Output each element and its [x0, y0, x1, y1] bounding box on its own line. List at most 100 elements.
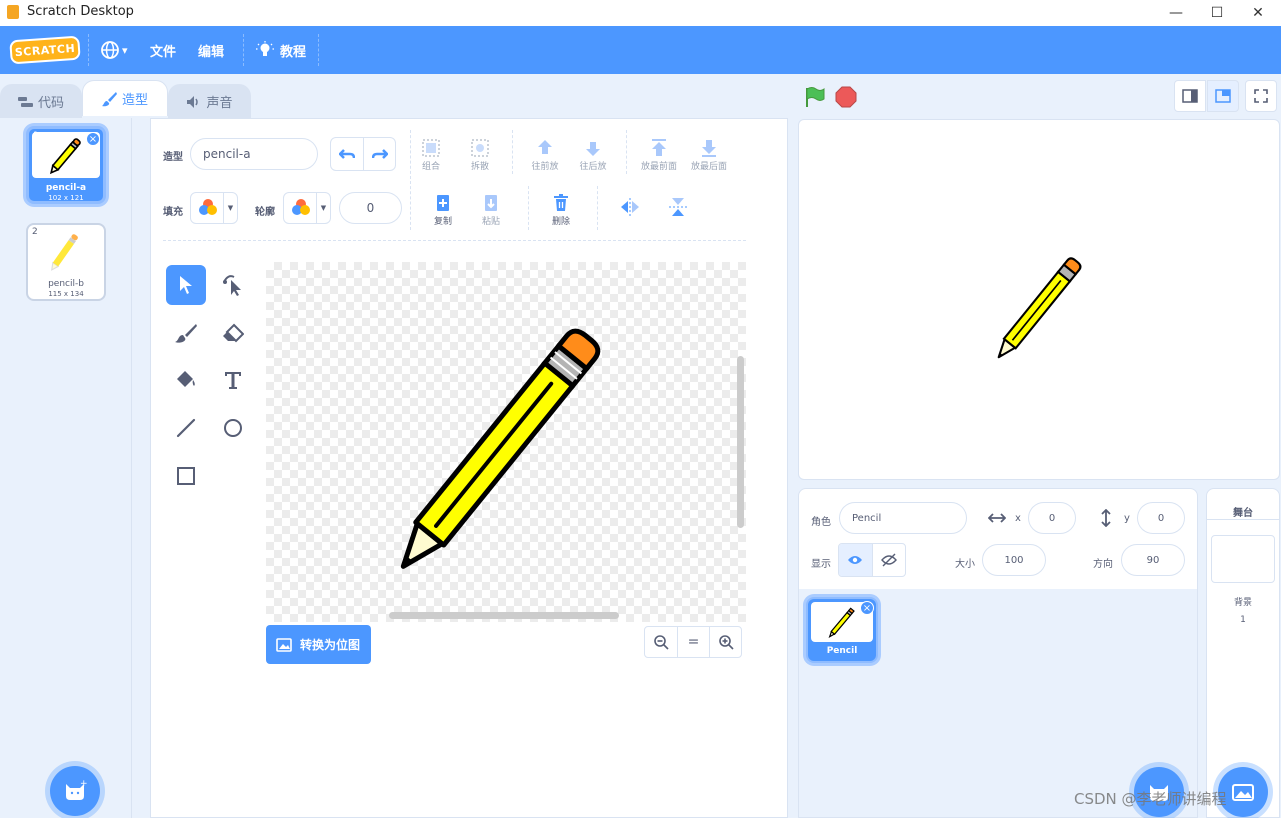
direction-input[interactable]: 90 — [1121, 544, 1185, 576]
pencil-costume-drawing — [400, 328, 601, 569]
costume-item-2[interactable]: 2 pencil-b 115 x 134 — [26, 223, 106, 301]
outline-color-picker[interactable]: ▼ — [283, 192, 331, 224]
stage-canvas[interactable] — [798, 119, 1280, 480]
circle-tool[interactable] — [213, 408, 253, 448]
chevron-down-icon: ▼ — [316, 193, 330, 223]
fullscreen-button[interactable] — [1245, 80, 1277, 112]
flip-horizontal-button[interactable] — [605, 196, 655, 218]
costume-thumbnail — [31, 228, 99, 274]
group-button[interactable]: 组合 — [406, 137, 456, 172]
reshape-tool[interactable] — [213, 265, 253, 305]
edit-menu[interactable]: 编辑 — [198, 26, 224, 74]
direction-label: 方向 — [1093, 559, 1113, 570]
lightbulb-icon — [256, 41, 274, 56]
copy-button[interactable]: 复制 — [418, 192, 468, 227]
zoom-out-button[interactable] — [645, 627, 677, 657]
fill-color-picker[interactable]: ▼ — [190, 192, 238, 224]
forward-button[interactable]: 往前放 — [520, 137, 570, 172]
costume-size: 115 x 134 — [48, 290, 84, 298]
paste-button[interactable]: 粘贴 — [466, 192, 516, 227]
tab-sounds[interactable]: 声音 — [168, 84, 251, 118]
tab-code-label: 代码 — [37, 96, 64, 111]
tab-code[interactable]: 代码 — [0, 84, 82, 118]
group-icon — [422, 139, 440, 157]
minimize-button[interactable]: — — [1153, 0, 1199, 26]
scratch-logo[interactable]: SCRATCH — [9, 35, 81, 65]
paint-canvas[interactable] — [266, 262, 746, 622]
sprite-name-input[interactable]: Pencil — [839, 502, 967, 534]
canvas-vertical-scrollbar[interactable] — [737, 356, 744, 528]
select-tool[interactable] — [166, 265, 206, 305]
undo-button[interactable] — [331, 138, 363, 170]
ungroup-button[interactable]: 拆散 — [455, 137, 505, 172]
choose-costume-button[interactable]: + — [50, 766, 100, 816]
canvas-horizontal-scrollbar[interactable] — [389, 612, 619, 619]
arrow-down-icon — [586, 142, 600, 156]
bring-to-front-button[interactable]: 放最前面 — [634, 137, 684, 172]
sprite-item-pencil[interactable]: × Pencil — [806, 597, 878, 663]
ungroup-icon — [471, 139, 489, 157]
send-to-back-button[interactable]: 放最后面 — [684, 137, 734, 172]
costume-name-input[interactable]: pencil-a — [190, 138, 318, 170]
green-flag-button[interactable] — [804, 86, 826, 111]
y-label: y — [1124, 513, 1130, 524]
zoom-controls: = — [644, 626, 742, 658]
text-tool[interactable] — [213, 360, 253, 400]
chevron-down-icon: ▾ — [122, 43, 128, 57]
line-tool[interactable] — [166, 408, 206, 448]
toolbar-divider — [597, 186, 598, 230]
costume-size: 102 x 121 — [48, 194, 84, 202]
delete-button[interactable]: 删除 — [536, 192, 586, 227]
backdrop-icon — [1232, 784, 1254, 801]
cat-icon: + — [66, 780, 87, 800]
stage-thumbnail[interactable] — [1211, 535, 1275, 583]
brush-tool[interactable] — [166, 313, 206, 353]
fill-tool[interactable] — [166, 360, 206, 400]
close-button[interactable]: ✕ — [1235, 0, 1281, 26]
costume-list: 1 × pencil-a 102 x 121 2 pencil-b 115 x … — [0, 118, 132, 818]
circle-icon — [224, 419, 242, 437]
paste-icon — [485, 195, 497, 211]
costume-item-1[interactable]: 1 × pencil-a 102 x 121 — [26, 126, 106, 204]
flip-horizontal-icon — [621, 198, 639, 216]
tutorials-menu[interactable]: 教程 — [256, 26, 306, 74]
redo-button[interactable] — [363, 138, 395, 170]
eraser-tool[interactable] — [213, 313, 253, 353]
small-stage-icon — [1182, 89, 1198, 103]
arrow-top-icon — [652, 139, 666, 156]
undo-redo-group — [330, 137, 396, 171]
eye-icon — [848, 556, 863, 564]
hide-sprite-button[interactable] — [871, 544, 905, 576]
size-input[interactable]: 100 — [982, 544, 1046, 576]
code-blocks-icon — [17, 96, 33, 107]
x-input[interactable]: 0 — [1028, 502, 1076, 534]
delete-costume-button[interactable]: × — [86, 132, 100, 146]
tab-costumes[interactable]: 造型 — [82, 80, 168, 116]
language-menu[interactable]: ▾ — [100, 26, 128, 74]
ungroup-label: 拆散 — [470, 162, 489, 172]
costume-name-label: 造型 — [163, 152, 183, 163]
delete-sprite-button[interactable]: × — [860, 601, 874, 615]
convert-label: 转换为位图 — [300, 638, 361, 652]
globe-icon — [101, 41, 119, 59]
maximize-button[interactable]: ☐ — [1194, 0, 1240, 26]
rectangle-tool[interactable] — [166, 456, 206, 496]
show-sprite-button[interactable] — [839, 544, 872, 576]
small-stage-button[interactable] — [1174, 80, 1206, 112]
convert-to-bitmap-button[interactable]: 转换为位图 — [266, 625, 371, 664]
outline-width-input[interactable]: 0 — [339, 192, 402, 224]
x-label: x — [1015, 513, 1021, 524]
flip-vertical-button[interactable] — [653, 196, 703, 218]
backward-button[interactable]: 往后放 — [568, 137, 618, 172]
zoom-reset-button[interactable]: = — [677, 627, 709, 657]
costume-name: pencil-a — [45, 183, 87, 193]
app-icon — [7, 5, 19, 19]
normal-stage-button[interactable] — [1207, 80, 1239, 112]
zoom-in-button[interactable] — [709, 627, 741, 657]
tutorials-label: 教程 — [280, 44, 307, 60]
y-input[interactable]: 0 — [1137, 502, 1185, 534]
stop-icon — [835, 86, 857, 108]
trash-icon — [554, 194, 568, 211]
stop-button[interactable] — [835, 86, 857, 111]
file-menu[interactable]: 文件 — [150, 26, 176, 74]
